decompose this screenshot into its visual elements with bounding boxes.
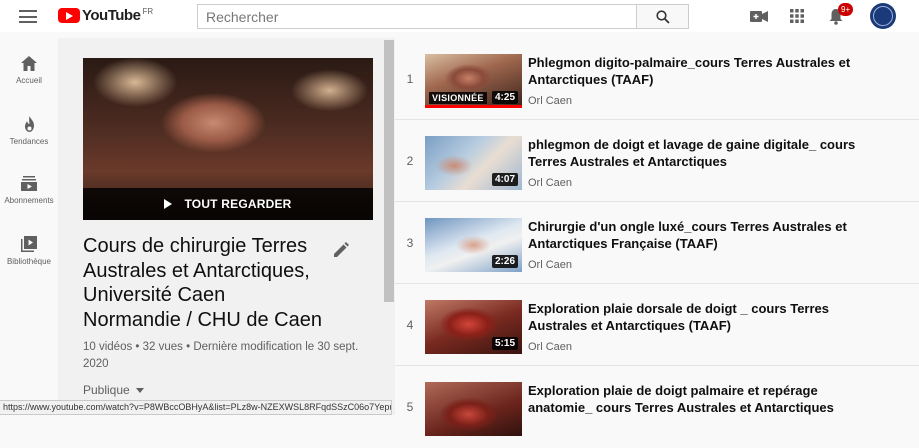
sidebar-item-library[interactable]: Bibliothèque (0, 218, 58, 268)
video-channel[interactable]: Orl Caen (528, 177, 572, 189)
video-title[interactable]: Exploration plaie dorsale de doigt _ cou… (528, 300, 868, 334)
video-title[interactable]: Chirurgie d'un ongle luxé_cours Terres A… (528, 218, 868, 252)
video-index: 4 (406, 318, 414, 332)
privacy-dropdown[interactable]: Publique (83, 383, 144, 397)
play-all-button[interactable]: TOUT REGARDER (83, 188, 373, 220)
playlist-title: Cours de chirurgie Terres Australes et A… (83, 235, 322, 331)
sidebar-item-label: Bibliothèque (6, 257, 52, 266)
youtube-logo[interactable]: YouTube FR (58, 6, 153, 26)
search-icon (655, 9, 670, 24)
video-thumbnail[interactable]: 2:26 (425, 218, 522, 272)
sidebar-item-home[interactable]: Accueil (0, 38, 58, 88)
video-index: 1 (406, 72, 414, 86)
subscriptions-icon (21, 176, 37, 191)
sidebar-item-subscriptions[interactable]: Abonnements (0, 158, 58, 208)
home-icon (21, 56, 37, 71)
video-thumbnail-image (425, 382, 522, 436)
scrollbar-thumb[interactable] (384, 40, 394, 302)
logo-text: YouTube (82, 7, 141, 24)
privacy-label: Publique (83, 383, 130, 397)
search-button[interactable] (637, 4, 689, 29)
play-all-label: TOUT REGARDER (184, 197, 292, 211)
logo-country: FR (142, 7, 154, 16)
caret-down-icon (135, 387, 144, 393)
notification-badge: 9+ (838, 3, 854, 16)
library-icon (21, 236, 37, 252)
apps-button[interactable] (786, 5, 808, 27)
video-thumbnail[interactable]: VISIONNÉE 4:25 (425, 54, 522, 108)
duration-badge: 5:15 (491, 337, 518, 350)
create-video-button[interactable] (748, 5, 770, 27)
video-row[interactable]: 5 Exploration plaie de doigt palmaire et… (395, 366, 919, 448)
panel-scrollbar[interactable] (383, 38, 395, 415)
avatar-emblem (873, 6, 893, 26)
video-index: 3 (406, 236, 414, 250)
video-channel[interactable]: Orl Caen (528, 95, 572, 107)
search-box (197, 4, 637, 29)
duration-badge: 4:25 (491, 91, 518, 104)
video-channel[interactable]: Orl Caen (528, 341, 572, 353)
sidebar-item-label: Abonnements (4, 196, 54, 205)
sidebar-item-label: Tendances (9, 137, 49, 146)
video-title[interactable]: Exploration plaie de doigt palmaire et r… (528, 382, 868, 416)
search-input[interactable] (198, 5, 636, 28)
sidebar-item-label: Accueil (16, 76, 42, 85)
video-camera-icon (750, 10, 768, 22)
video-index: 5 (406, 400, 414, 414)
playlist-thumbnail[interactable]: TOUT REGARDER (83, 58, 373, 220)
video-index: 2 (406, 154, 414, 168)
youtube-play-icon (58, 8, 80, 23)
apps-grid-icon (790, 9, 804, 23)
playlist-meta: 10 vidéos • 32 vues • Dernière modificat… (83, 341, 359, 370)
menu-icon[interactable] (19, 10, 37, 23)
avatar[interactable] (870, 3, 896, 29)
video-title[interactable]: phlegmon de doigt et lavage de gaine dig… (528, 136, 868, 170)
video-thumbnail[interactable]: 4:07 (425, 136, 522, 190)
video-row[interactable]: 3 2:26 Chirurgie d'un ongle luxé_cours T… (395, 202, 919, 284)
sidebar-item-trending[interactable]: Tendances (0, 98, 58, 148)
video-channel[interactable]: Orl Caen (528, 259, 572, 271)
video-row[interactable]: 2 4:07 phlegmon de doigt et lavage de ga… (395, 120, 919, 202)
watch-progress-bar (425, 105, 522, 108)
video-row[interactable]: 1 VISIONNÉE 4:25 Phlegmon digito-palmair… (395, 38, 919, 120)
duration-badge: 4:07 (491, 173, 518, 186)
playlist-panel: TOUT REGARDER Cours de chirurgie Terres … (58, 38, 383, 415)
play-icon (164, 199, 173, 209)
sidebar: Accueil Tendances Abonnements Bibliothèq… (0, 38, 58, 415)
fire-icon (24, 116, 34, 132)
status-bar-url: https://www.youtube.com/watch?v=P8WBccOB… (0, 400, 392, 415)
duration-badge: 2:26 (491, 255, 518, 268)
watched-badge: VISIONNÉE (429, 92, 487, 104)
video-thumbnail[interactable] (425, 382, 522, 436)
pencil-icon[interactable] (331, 240, 351, 260)
video-title[interactable]: Phlegmon digito-palmaire_cours Terres Au… (528, 54, 868, 88)
video-row[interactable]: 4 5:15 Exploration plaie dorsale de doig… (395, 284, 919, 366)
video-list: 1 VISIONNÉE 4:25 Phlegmon digito-palmair… (395, 38, 919, 436)
top-bar: YouTube FR 9+ (0, 0, 919, 32)
video-thumbnail[interactable]: 5:15 (425, 300, 522, 354)
